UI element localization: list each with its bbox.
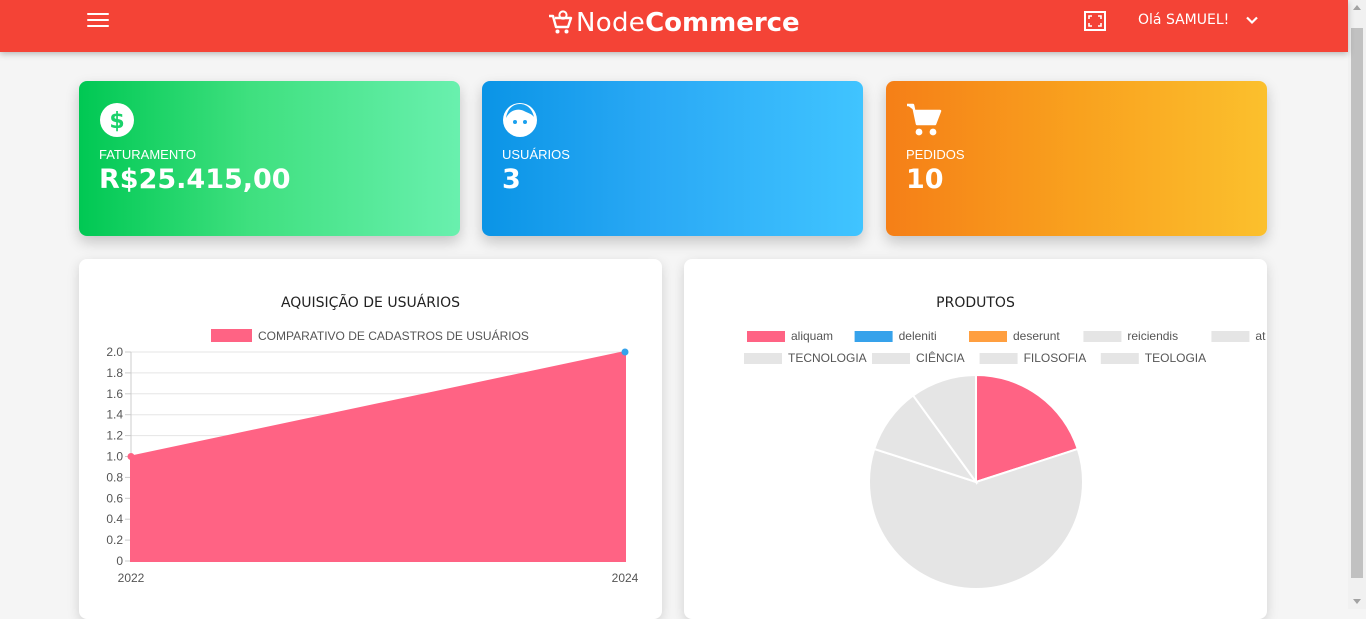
legend-swatch <box>747 331 785 342</box>
scroll-down-arrow[interactable] <box>1353 599 1361 604</box>
y-tick-label: 1.4 <box>106 408 123 422</box>
brand-name-light: Node <box>576 8 646 38</box>
legend-label: aliquam <box>791 329 833 343</box>
legend-swatch <box>979 353 1018 364</box>
legend-label: deleniti <box>899 329 937 343</box>
legend-label: FILOSOFIA <box>1024 351 1087 365</box>
svg-text:$: $ <box>109 109 124 134</box>
shopping-cart-icon <box>549 10 573 34</box>
pie-chart: aliquam deleniti deserunt reiciendis at TECNO… <box>744 329 1266 590</box>
legend-label: COMPARATIVO DE CADASTROS DE USUÁRIOS <box>258 328 529 343</box>
legend-swatch <box>1211 331 1250 342</box>
dollar-circle-icon: $ <box>100 103 134 137</box>
y-tick-label: 2.0 <box>106 345 123 359</box>
data-point <box>621 348 629 356</box>
revenue-card: $ FATURAMENTO R$25.415,00 <box>79 81 460 236</box>
data-point <box>127 453 135 460</box>
y-tick-label: 1.2 <box>106 429 123 443</box>
card-value: 10 <box>906 164 944 195</box>
card-value: 3 <box>502 164 521 195</box>
chart-legend: COMPARATIVO DE CADASTROS DE USUÁRIOS <box>211 328 529 343</box>
products-chart-panel: PRODUTOS aliquam deleniti deserunt reiciend… <box>684 259 1267 619</box>
card-value: R$25.415,00 <box>99 164 291 195</box>
legend-swatch <box>1083 331 1122 342</box>
legend-swatch <box>854 331 893 342</box>
y-tick-label: 1.8 <box>106 366 123 380</box>
brand-logo[interactable]: Node Commerce <box>548 6 800 40</box>
legend-label: CIÊNCIA <box>916 350 965 365</box>
card-label: PEDIDOS <box>906 147 965 162</box>
page-scrollbar[interactable] <box>1348 0 1366 609</box>
chevron-down-icon <box>1246 16 1259 25</box>
shopping-cart-icon <box>907 103 942 136</box>
y-tick-label: 0.6 <box>106 491 123 505</box>
y-tick-label: 1.0 <box>106 450 123 464</box>
area-series <box>130 350 626 562</box>
card-label: USUÁRIOS <box>502 147 570 162</box>
chart-legend: aliquam deleniti deserunt reiciendis at TECNO… <box>744 329 1266 365</box>
legend-swatch <box>1100 353 1139 364</box>
orders-card: PEDIDOS 10 <box>886 81 1267 236</box>
legend-label: TEOLOGIA <box>1145 351 1206 365</box>
y-tick-label: 0.2 <box>106 533 123 547</box>
legend-label: reiciendis <box>1127 329 1178 343</box>
y-tick-label: 1.6 <box>106 387 123 401</box>
x-tick-label: 2024 <box>612 571 639 585</box>
users-chart-panel: AQUISIÇÃO DE USUÁRIOS COMPARATIVO DE CAD… <box>79 259 662 619</box>
legend-label: TECNOLOGIA <box>788 351 867 365</box>
users-card: USUÁRIOS 3 <box>482 81 863 236</box>
legend-swatch <box>969 331 1007 342</box>
fullscreen-icon[interactable] <box>1084 11 1106 31</box>
legend-swatch <box>211 329 252 342</box>
legend-label: at <box>1255 329 1266 343</box>
face-icon <box>503 103 537 137</box>
legend-label: deserunt <box>1013 329 1060 343</box>
top-navbar: Node Commerce Olá SAMUEL! <box>0 0 1348 52</box>
legend-swatch <box>744 353 782 364</box>
area-chart: COMPARATIVO DE CADASTROS DE USUÁRIOS 0 0.2… <box>106 328 639 585</box>
card-label: FATURAMENTO <box>99 147 197 162</box>
user-greeting: Olá SAMUEL! <box>1138 12 1230 28</box>
menu-icon[interactable] <box>87 13 109 29</box>
user-menu[interactable]: Olá SAMUEL! <box>1138 12 1259 28</box>
scroll-up-arrow[interactable] <box>1353 5 1361 10</box>
brand-name-bold: Commerce <box>645 8 800 38</box>
scrollbar-thumb[interactable] <box>1351 28 1363 578</box>
y-tick-label: 0 <box>116 554 123 568</box>
legend-swatch <box>872 353 910 364</box>
x-tick-label: 2022 <box>118 571 145 585</box>
y-tick-label: 0.8 <box>106 470 123 484</box>
y-tick-label: 0.4 <box>106 512 123 526</box>
